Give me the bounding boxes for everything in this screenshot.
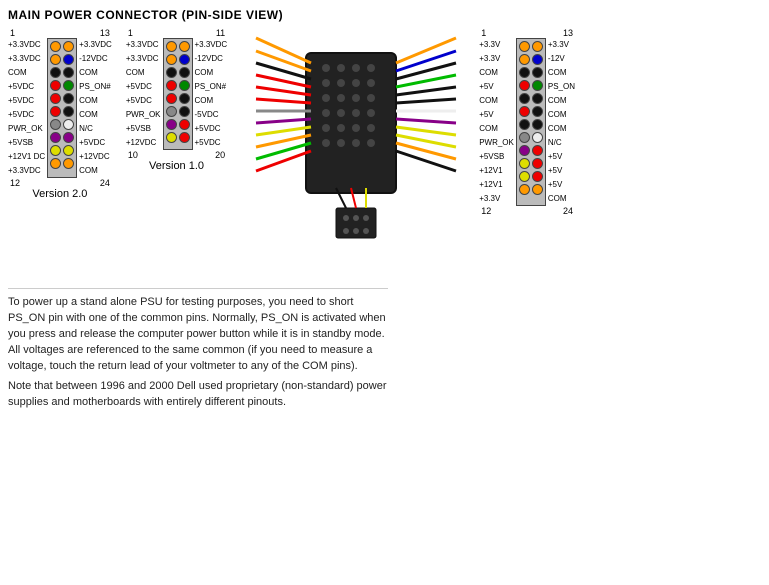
version20-diagram: 1 13 +3.3VDC +3.3VDC COM +5VDC +5VDC +5V… xyxy=(8,28,112,200)
version10-diagram: 1 11 +3.3VDC +3.3VDC COM +5VDC +5VDC PWR… xyxy=(126,28,227,172)
rd-pins-box xyxy=(516,38,546,206)
v20-bottom-numbers: 12 24 xyxy=(8,178,112,188)
v10-connector-table: +3.3VDC +3.3VDC COM +5VDC +5VDC PWR_OK +… xyxy=(126,38,227,150)
v20-col1 xyxy=(50,41,61,175)
rd-col1 xyxy=(519,41,530,203)
v20-right-labels: +3.3VDC -12VDC COM PS_ON# COM COM N/C +5… xyxy=(77,38,112,178)
rd-bottom-numbers: 12 24 xyxy=(479,206,575,216)
v10-bottom-numbers: 10 20 xyxy=(126,150,227,160)
v20-left-labels: +3.3VDC +3.3VDC COM +5VDC +5VDC +5VDC PW… xyxy=(8,38,47,178)
rd-right-labels: +3.3V -12V COM PS_ON COM COM COM N/C +5V… xyxy=(546,38,575,206)
diagrams-wrapper: 1 13 +3.3VDC +3.3VDC COM +5VDC +5VDC +5V… xyxy=(8,28,761,288)
v10-label: Version 1.0 xyxy=(149,160,204,172)
rd-left-labels: +3.3V +3.3V COM +5V COM +5V COM PWR_OK +… xyxy=(479,38,516,206)
page-container: MAIN POWER CONNECTOR (PIN-SIDE VIEW) 1 1… xyxy=(0,0,769,585)
v20-label: Version 2.0 xyxy=(32,188,87,200)
body-paragraph-1: To power up a stand alone PSU for testin… xyxy=(8,295,388,375)
v10-col1 xyxy=(166,41,177,147)
body-paragraph-2: Note that between 1996 and 2000 Dell use… xyxy=(8,379,388,411)
v10-col2 xyxy=(179,41,190,147)
rd-col2 xyxy=(532,41,543,203)
v20-top-numbers: 1 13 xyxy=(8,28,112,38)
v20-connector-table: +3.3VDC +3.3VDC COM +5VDC +5VDC +5VDC PW… xyxy=(8,38,112,178)
v10-left-labels: +3.3VDC +3.3VDC COM +5VDC +5VDC PWR_OK +… xyxy=(126,38,163,150)
body-text-section: To power up a stand alone PSU for testin… xyxy=(8,288,388,415)
v20-pins-box xyxy=(47,38,77,178)
v10-top-numbers: 1 11 xyxy=(126,28,227,38)
connector-photo xyxy=(241,28,471,288)
v10-right-labels: +3.3VDC -12VDC COM PS_ON# COM -5VDC +5VD… xyxy=(193,38,228,150)
rd-connector-table: +3.3V +3.3V COM +5V COM +5V COM PWR_OK +… xyxy=(479,38,575,206)
connector-photo-svg xyxy=(246,33,466,283)
right-diagram: 1 13 +3.3V +3.3V COM +5V COM +5V COM PWR… xyxy=(479,28,575,216)
rd-top-numbers: 1 13 xyxy=(479,28,575,38)
v10-pins-box xyxy=(163,38,193,150)
page-title: MAIN POWER CONNECTOR (PIN-SIDE VIEW) xyxy=(8,8,761,22)
v20-col2 xyxy=(63,41,74,175)
